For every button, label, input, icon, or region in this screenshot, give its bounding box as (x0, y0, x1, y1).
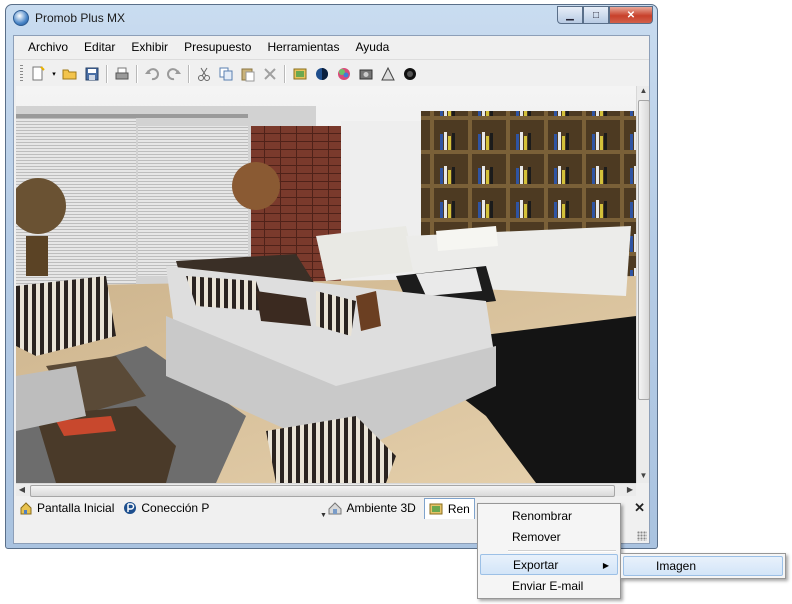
menu-exhibir[interactable]: Exhibir (123, 36, 176, 58)
menu-separator (508, 550, 616, 552)
redo-icon[interactable] (164, 64, 184, 84)
submenu-arrow-icon: ▶ (602, 561, 609, 570)
shadow-icon[interactable] (400, 64, 420, 84)
menu-presupuesto[interactable]: Presupuesto (176, 36, 259, 58)
new-icon[interactable] (28, 64, 48, 84)
tab-label: Ambiente 3D (346, 501, 416, 515)
toolbar-separator (188, 65, 190, 83)
menu-item-enviar-email[interactable]: Enviar E-mail (480, 576, 618, 597)
menu-item-label: Enviar E-mail (512, 579, 584, 593)
close-icon: ✕ (626, 9, 636, 21)
render-image-icon (429, 501, 444, 516)
toolbar-separator (106, 65, 108, 83)
close-tab-icon[interactable]: ✕ (634, 500, 645, 516)
tab-render[interactable]: Ren (423, 497, 475, 519)
resize-grip-icon[interactable] (637, 531, 647, 541)
color-sphere-icon[interactable] (334, 64, 354, 84)
menu-ayuda[interactable]: Ayuda (347, 36, 397, 58)
render-icon[interactable] (290, 64, 310, 84)
scroll-up-icon[interactable]: ▲ (638, 86, 649, 98)
vertical-scroll-thumb[interactable] (638, 100, 650, 400)
menu-item-exportar[interactable]: Exportar ▶ (480, 554, 618, 575)
maximize-icon: □ (592, 9, 600, 21)
scroll-left-icon[interactable]: ◀ (16, 484, 28, 496)
toolbar-grip[interactable] (20, 65, 23, 83)
undo-icon[interactable] (142, 64, 162, 84)
menu-bar: Archivo Editar Exhibir Presupuesto Herra… (14, 36, 649, 58)
tab-overflow-chevron-icon[interactable]: ▼ (320, 512, 330, 520)
menu-editar[interactable]: Editar (76, 36, 123, 58)
tab-context-menu: Renombrar Remover Exportar ▶ Enviar E-mai… (477, 503, 621, 599)
export-submenu: Imagen (620, 553, 786, 579)
tab-pantalla-inicial[interactable]: Pantalla Inicial (14, 497, 118, 519)
paste-icon[interactable] (238, 64, 258, 84)
camera-icon[interactable] (356, 64, 376, 84)
perspective-icon[interactable] (378, 64, 398, 84)
toolbar-separator (136, 65, 138, 83)
tab-ambiente-3d[interactable]: Ambiente 3D (323, 497, 419, 519)
home-icon (18, 501, 33, 516)
render-viewport[interactable] (16, 86, 636, 483)
toolbar: ▾ (14, 59, 649, 88)
scroll-down-icon[interactable]: ▼ (638, 471, 649, 483)
open-icon[interactable] (60, 64, 80, 84)
menu-item-label: Exportar (513, 558, 559, 572)
vertical-scrollbar[interactable]: ▲ ▼ (636, 86, 650, 483)
menu-herramientas[interactable]: Herramientas (259, 36, 347, 58)
promob-icon (122, 501, 137, 516)
scroll-right-icon[interactable]: ▶ (624, 484, 636, 496)
sphere-shading-icon[interactable] (312, 64, 332, 84)
tab-label: Conección P (141, 501, 210, 515)
delete-icon[interactable] (260, 64, 280, 84)
menu-item-renombrar[interactable]: Renombrar (480, 506, 618, 527)
maximize-button[interactable]: □ (583, 6, 609, 24)
cut-icon[interactable] (194, 64, 214, 84)
tab-label: Pantalla Inicial (37, 501, 115, 515)
main-window: Promob Plus MX ▁ □ ✕ Archivo Editar Exhi… (5, 4, 658, 549)
save-icon[interactable] (82, 64, 102, 84)
copy-icon[interactable] (216, 64, 236, 84)
minimize-button[interactable]: ▁ (557, 6, 583, 24)
print-icon[interactable] (112, 64, 132, 84)
horizontal-scrollbar[interactable]: ◀ ▶ (16, 483, 636, 497)
tab-label: Ren (447, 501, 470, 516)
menu-item-imagen[interactable]: Imagen (623, 556, 783, 576)
toolbar-separator (284, 65, 286, 83)
promob-app-icon[interactable] (13, 10, 29, 26)
window-title: Promob Plus MX (35, 11, 126, 25)
living-room-render (16, 86, 636, 483)
menu-item-label: Imagen (656, 559, 697, 573)
minimize-icon: ▁ (566, 9, 574, 21)
tab-coneccion[interactable]: Conección P (118, 497, 213, 519)
client-area: Archivo Editar Exhibir Presupuesto Herra… (13, 35, 650, 544)
menu-item-remover[interactable]: Remover (480, 527, 618, 548)
chevron-down-icon[interactable]: ▾ (50, 64, 58, 84)
menu-item-label: Renombrar (512, 509, 573, 523)
title-bar[interactable]: Promob Plus MX ▁ □ ✕ (6, 5, 657, 31)
menu-archivo[interactable]: Archivo (14, 36, 76, 58)
menu-item-label: Remover (512, 530, 561, 544)
close-button[interactable]: ✕ (609, 6, 653, 24)
